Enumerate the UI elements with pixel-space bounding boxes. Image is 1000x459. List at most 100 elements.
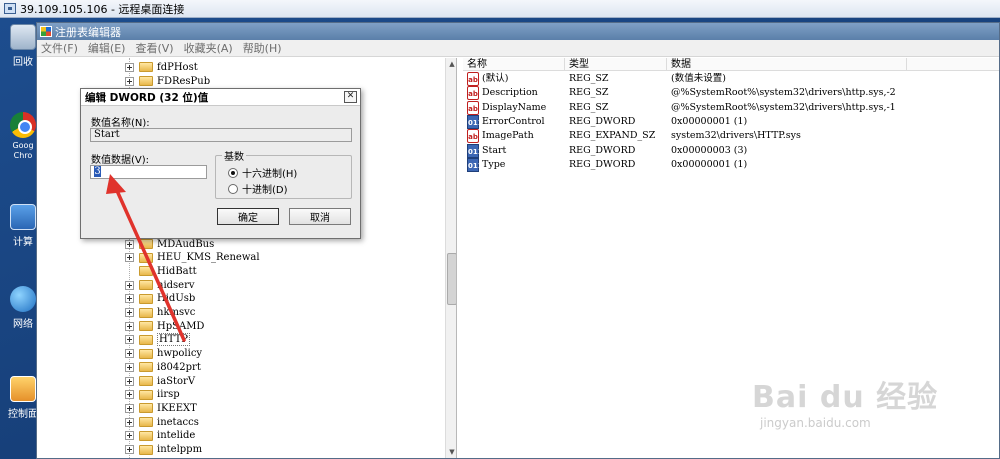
value-data: 0x00000003 (3) (671, 144, 748, 156)
value-name: ImagePath (482, 130, 534, 142)
folder-icon (139, 76, 153, 86)
folder-icon (139, 403, 153, 414)
cancel-button[interactable]: 取消 (289, 208, 351, 225)
tree-scrollbar[interactable]: ▲ ▼ (445, 58, 456, 458)
scroll-down-arrow-icon[interactable]: ▼ (446, 446, 456, 458)
registry-editor-title: 注册表编辑器 (55, 25, 121, 39)
menu-view[interactable]: 查看(V) (135, 40, 173, 56)
base-groupbox: 基数 十六进制(H) 十进制(D) (215, 148, 352, 199)
value-row[interactable]: 011 Type REG_DWORD 0x00000001 (1) (463, 157, 999, 172)
tree-item-intelppm[interactable]: intelppm (125, 443, 202, 457)
value-row[interactable]: ab (默认) REG_SZ (数值未设置) (463, 72, 999, 86)
tree-item-i8042prt[interactable]: i8042prt (125, 360, 201, 374)
menu-edit[interactable]: 编辑(E) (88, 40, 126, 56)
tree-item-label: iaStorV (157, 375, 196, 387)
value-row[interactable]: 011 Start REG_DWORD 0x00000003 (3) (463, 143, 999, 158)
value-row[interactable]: 011 ErrorControl REG_DWORD 0x00000001 (1) (463, 114, 999, 129)
folder-icon (139, 417, 153, 428)
value-row[interactable]: ab ImagePath REG_EXPAND_SZ system32\drivers… (463, 129, 999, 144)
baidu-watermark: Bai du 经验 jingyan.baidu.com (752, 372, 938, 430)
tree-item-fdrespub[interactable]: FDResPub (125, 74, 210, 88)
value-list-header: 名称 类型 数据 (463, 58, 999, 71)
menu-favorites[interactable]: 收藏夹(A) (184, 40, 233, 56)
radio-hexadecimal[interactable]: 十六进制(H) (228, 165, 297, 180)
tree-item-label: iirsp (157, 389, 180, 401)
expand-plus-icon[interactable] (125, 403, 134, 413)
value-name: Start (482, 144, 507, 156)
value-name: (默认) (482, 73, 509, 84)
menu-bar: 文件(F) 编辑(E) 查看(V) 收藏夹(A) 帮助(H) (37, 40, 999, 57)
value-type: REG_DWORD (569, 158, 636, 170)
scroll-up-arrow-icon[interactable]: ▲ (446, 58, 456, 70)
value-data: @%SystemRoot%\system32\drivers\http.sys,… (671, 87, 896, 99)
expand-plus-icon[interactable] (125, 376, 134, 386)
radio-selected-icon (228, 167, 238, 178)
string-value-icon: ab (467, 72, 479, 86)
value-name-field[interactable]: Start (90, 128, 352, 142)
annotation-arrow (106, 174, 186, 342)
value-row[interactable]: ab Description REG_SZ @%SystemRoot%\system3… (463, 86, 999, 101)
tree-item-ikeext[interactable]: IKEEXT (125, 401, 197, 415)
string-value-icon: ab (467, 129, 479, 144)
folder-icon (139, 376, 153, 386)
menu-help[interactable]: 帮助(H) (243, 40, 282, 56)
expand-plus-icon[interactable] (125, 431, 134, 441)
menu-file[interactable]: 文件(F) (41, 40, 78, 56)
expand-plus-icon[interactable] (125, 349, 134, 359)
column-header-type[interactable]: 类型 (565, 58, 667, 71)
value-data-label: 数值数据(V): (91, 155, 150, 166)
folder-icon (139, 430, 153, 441)
network-icon (10, 286, 36, 312)
tree-item-inetaccs[interactable]: inetaccs (125, 415, 199, 429)
tree-item-iirsp[interactable]: iirsp (125, 388, 180, 402)
value-data: system32\drivers\HTTP.sys (671, 130, 801, 142)
tree-item-label: inetaccs (157, 416, 199, 428)
remote-desktop-title-bar: 39.109.105.106 - 远程桌面连接 (0, 0, 1000, 18)
string-value-icon: ab (467, 86, 479, 101)
value-row[interactable]: ab DisplayName REG_SZ @%SystemRoot%\system3… (463, 100, 999, 115)
expand-plus-icon[interactable] (125, 62, 134, 72)
expand-plus-icon[interactable] (125, 76, 134, 86)
annotation-arrow-head (106, 174, 126, 194)
expand-plus-icon[interactable] (125, 390, 134, 400)
value-name: Type (482, 158, 506, 170)
tree-item-fdphost[interactable]: fdPHost (125, 60, 198, 74)
desktop-icon-computer[interactable]: 计算 (6, 204, 40, 248)
column-header-name[interactable]: 名称 (463, 58, 565, 71)
desktop-icon-recycle-bin[interactable]: 回收 (6, 24, 40, 68)
folder-icon (139, 62, 153, 72)
binary-value-icon: 011 (467, 157, 483, 172)
registry-editor-icon (40, 26, 52, 37)
registry-editor-title-bar[interactable]: 注册表编辑器 (37, 23, 999, 40)
ok-button[interactable]: 确定 (217, 208, 279, 225)
tree-item-iaatdma[interactable]: iaatdma (125, 456, 198, 459)
desktop-icon-chrome[interactable]: Goog Chro (6, 112, 40, 161)
desktop-icon-network[interactable]: 网络 (6, 286, 40, 330)
value-name-label: 数值名称(N): (91, 118, 150, 129)
base-groupbox-title: 基数 (222, 148, 246, 163)
value-name: Description (482, 87, 538, 99)
tree-item-iastorv[interactable]: iaStorV (125, 374, 195, 388)
tree-scroll-thumb[interactable] (447, 253, 456, 305)
tree-item-label: intelide (157, 430, 196, 442)
value-data: @%SystemRoot%\system32\drivers\http.sys,… (671, 101, 896, 113)
expand-plus-icon[interactable] (125, 445, 134, 454)
recycle-bin-icon (10, 24, 36, 50)
tree-item-intelide[interactable]: intelide (125, 429, 195, 443)
value-name: ErrorControl (482, 115, 545, 127)
radio-unselected-icon (228, 183, 238, 194)
close-icon[interactable]: ✕ (344, 91, 357, 103)
expand-plus-icon[interactable] (125, 362, 134, 372)
desktop-icon-control-panel[interactable]: 控制面 (6, 376, 40, 420)
folder-icon (139, 348, 153, 359)
tree-item-label: IKEEXT (157, 402, 197, 414)
value-type: REG_SZ (569, 73, 609, 84)
baidu-watermark-url: jingyan.baidu.com (760, 416, 871, 430)
baidu-watermark-logo: Bai du 经验 (752, 380, 939, 415)
value-type: REG_SZ (569, 87, 609, 99)
dialog-title-bar[interactable]: 编辑 DWORD (32 位)值 ✕ (81, 89, 360, 106)
expand-plus-icon[interactable] (125, 417, 134, 427)
tree-item-label: i8042prt (157, 361, 201, 373)
column-header-data[interactable]: 数据 (667, 58, 907, 71)
radio-decimal[interactable]: 十进制(D) (228, 181, 288, 196)
